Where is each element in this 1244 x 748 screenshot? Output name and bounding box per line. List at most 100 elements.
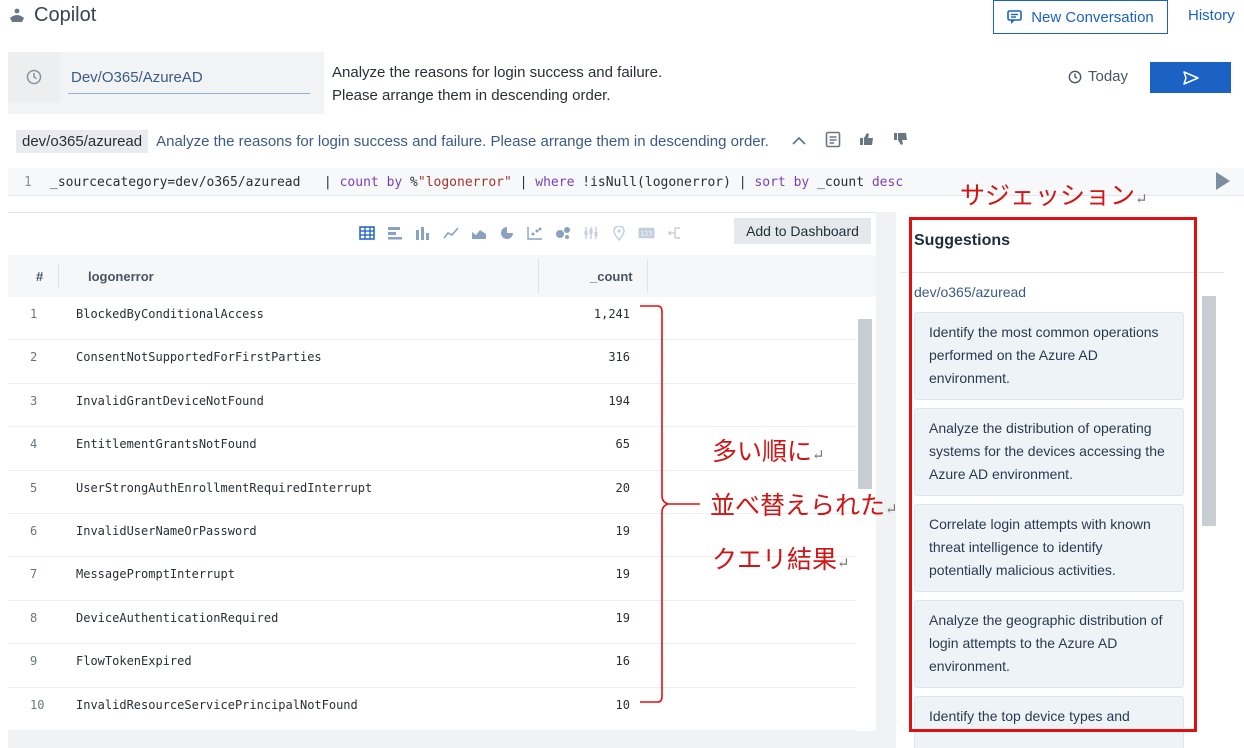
table-row[interactable]: 3 InvalidGrantDeviceNotFound 194 xyxy=(8,384,856,428)
query-summary-text: Analyze the reasons for login success an… xyxy=(156,132,769,150)
table-view-icon[interactable] xyxy=(358,225,375,242)
table-row[interactable]: 2 ConsentNotSupportedForFirstParties 316 xyxy=(8,340,856,384)
query-token: !isNull(logonerror) | xyxy=(574,175,755,190)
time-range-selector[interactable]: Today xyxy=(1068,68,1128,85)
query-token: sort by xyxy=(754,175,810,190)
annotation-suggestion-label: サジェッション↵ xyxy=(960,181,1148,210)
prompt-text: Analyze the reasons for login success an… xyxy=(332,61,662,107)
table-row[interactable]: 8 DeviceAuthenticationRequired 19 xyxy=(8,601,856,645)
column-chart-icon[interactable] xyxy=(414,225,431,242)
clock-icon xyxy=(1068,70,1082,83)
results-panel: 123 Add to Dashboard # logonerror _count… xyxy=(8,212,876,748)
new-conversation-label: New Conversation xyxy=(1031,8,1154,26)
history-link[interactable]: History xyxy=(1188,7,1235,24)
row-number: 1 xyxy=(30,307,38,321)
scope-chip: dev/o365/azuread xyxy=(16,129,149,153)
row-number: 4 xyxy=(30,437,38,452)
thumbs-up-icon[interactable] xyxy=(859,132,875,150)
bubble-chart-icon[interactable] xyxy=(554,225,571,242)
area-chart-icon[interactable] xyxy=(470,225,487,242)
count-cell: 316 xyxy=(608,350,630,365)
send-icon xyxy=(1182,70,1199,85)
new-conversation-button[interactable]: New Conversation xyxy=(993,0,1168,34)
column-divider xyxy=(538,259,539,293)
count-cell: 1,241 xyxy=(593,307,630,321)
column-header-count[interactable]: _count xyxy=(590,269,633,284)
row-number: 6 xyxy=(30,524,38,538)
query-token: desc xyxy=(871,175,904,190)
table-row[interactable]: 1 BlockedByConditionalAccess 1,241 xyxy=(8,297,856,341)
time-range-label: Today xyxy=(1088,68,1129,85)
document-icon[interactable] xyxy=(825,131,841,152)
add-to-dashboard-button[interactable]: Add to Dashboard xyxy=(734,218,871,244)
logonerror-cell: BlockedByConditionalAccess xyxy=(76,307,264,321)
scatter-chart-icon[interactable] xyxy=(526,225,543,242)
thumbs-down-icon[interactable] xyxy=(893,132,909,150)
clock-icon xyxy=(26,69,42,85)
column-divider xyxy=(58,263,59,289)
count-cell: 20 xyxy=(615,480,630,495)
column-divider xyxy=(647,259,648,293)
query-token: _count xyxy=(809,175,872,190)
map-pin-icon[interactable] xyxy=(610,225,627,242)
count-cell: 65 xyxy=(615,437,630,452)
logonerror-cell: ConsentNotSupportedForFirstParties xyxy=(76,350,322,365)
line-chart-icon[interactable] xyxy=(442,225,459,242)
visualization-toolbar: 123 xyxy=(358,221,683,245)
query-token: _sourcecategory=dev/o365/azuread | xyxy=(50,175,340,190)
prompt-input[interactable]: Analyze the reasons for login success an… xyxy=(324,52,1244,114)
logonerror-cell: InvalidGrantDeviceNotFound xyxy=(76,393,264,408)
query-token: "logonerror" xyxy=(417,175,512,190)
row-number: 7 xyxy=(30,567,38,582)
annotation-result-line-3: クエリ結果↵ xyxy=(712,545,850,574)
copilot-icon xyxy=(10,8,24,22)
results-scroll-thumb[interactable] xyxy=(858,319,872,489)
annotation-result-line-2: 並べ替えられた↵ xyxy=(710,491,898,520)
row-number: 8 xyxy=(30,610,38,625)
pie-chart-icon[interactable] xyxy=(498,225,515,242)
query-token: % xyxy=(402,175,418,190)
box-plot-icon[interactable] xyxy=(582,225,599,242)
query-summary: dev/o365/azuread Analyze the reasons for… xyxy=(16,129,1016,153)
prompt-line-2: Please arrange them in descending order. xyxy=(332,87,611,104)
logonerror-cell: MessagePromptInterrupt xyxy=(76,567,235,582)
query-text: _sourcecategory=dev/o365/azuread | count… xyxy=(50,175,903,190)
single-value-icon[interactable]: 123 xyxy=(638,225,655,242)
count-cell: 16 xyxy=(615,654,630,669)
query-token: where xyxy=(535,175,575,190)
logonerror-cell: FlowTokenExpired xyxy=(76,654,192,669)
count-cell: 19 xyxy=(615,610,630,625)
source-category-input[interactable] xyxy=(68,62,310,94)
column-header-logonerror[interactable]: logonerror xyxy=(88,269,154,284)
suggestions-scroll-thumb[interactable] xyxy=(1202,296,1216,526)
count-cell: 194 xyxy=(608,393,630,408)
row-number: 2 xyxy=(30,350,38,365)
table-row[interactable]: 10 InvalidResourceServicePrincipalNotFoun… xyxy=(8,688,856,731)
query-token: by xyxy=(386,175,403,190)
send-button[interactable] xyxy=(1150,62,1231,93)
app-title-text: Copilot xyxy=(34,4,97,26)
column-header-number[interactable]: # xyxy=(36,269,43,284)
panel-scrollbar[interactable] xyxy=(876,212,896,748)
logonerror-cell: EntitlementGrantsNotFound xyxy=(76,437,257,452)
query-token xyxy=(379,175,387,190)
row-number: 9 xyxy=(30,654,38,669)
query-token: | xyxy=(511,175,536,190)
count-cell: 10 xyxy=(615,697,630,712)
flow-chart-icon[interactable] xyxy=(666,225,683,242)
logonerror-cell: InvalidUserNameOrPassword xyxy=(76,524,257,538)
recent-queries-button[interactable] xyxy=(8,52,60,102)
logonerror-cell: DeviceAuthenticationRequired xyxy=(76,610,279,625)
table-row[interactable]: 9 FlowTokenExpired 16 xyxy=(8,644,856,688)
run-query-icon[interactable] xyxy=(1216,172,1230,190)
bar-chart-icon[interactable] xyxy=(386,225,403,242)
line-number: 1 xyxy=(24,175,32,190)
chevron-up-icon[interactable] xyxy=(791,133,807,150)
svg-text:123: 123 xyxy=(641,230,653,237)
results-horizontal-scrollbar[interactable] xyxy=(8,731,876,748)
count-cell: 19 xyxy=(615,524,630,538)
annotation-highlight-box xyxy=(909,217,1197,732)
chat-icon xyxy=(1007,9,1023,24)
row-number: 3 xyxy=(30,393,38,408)
prompt-row: Analyze the reasons for login success an… xyxy=(8,52,1244,114)
